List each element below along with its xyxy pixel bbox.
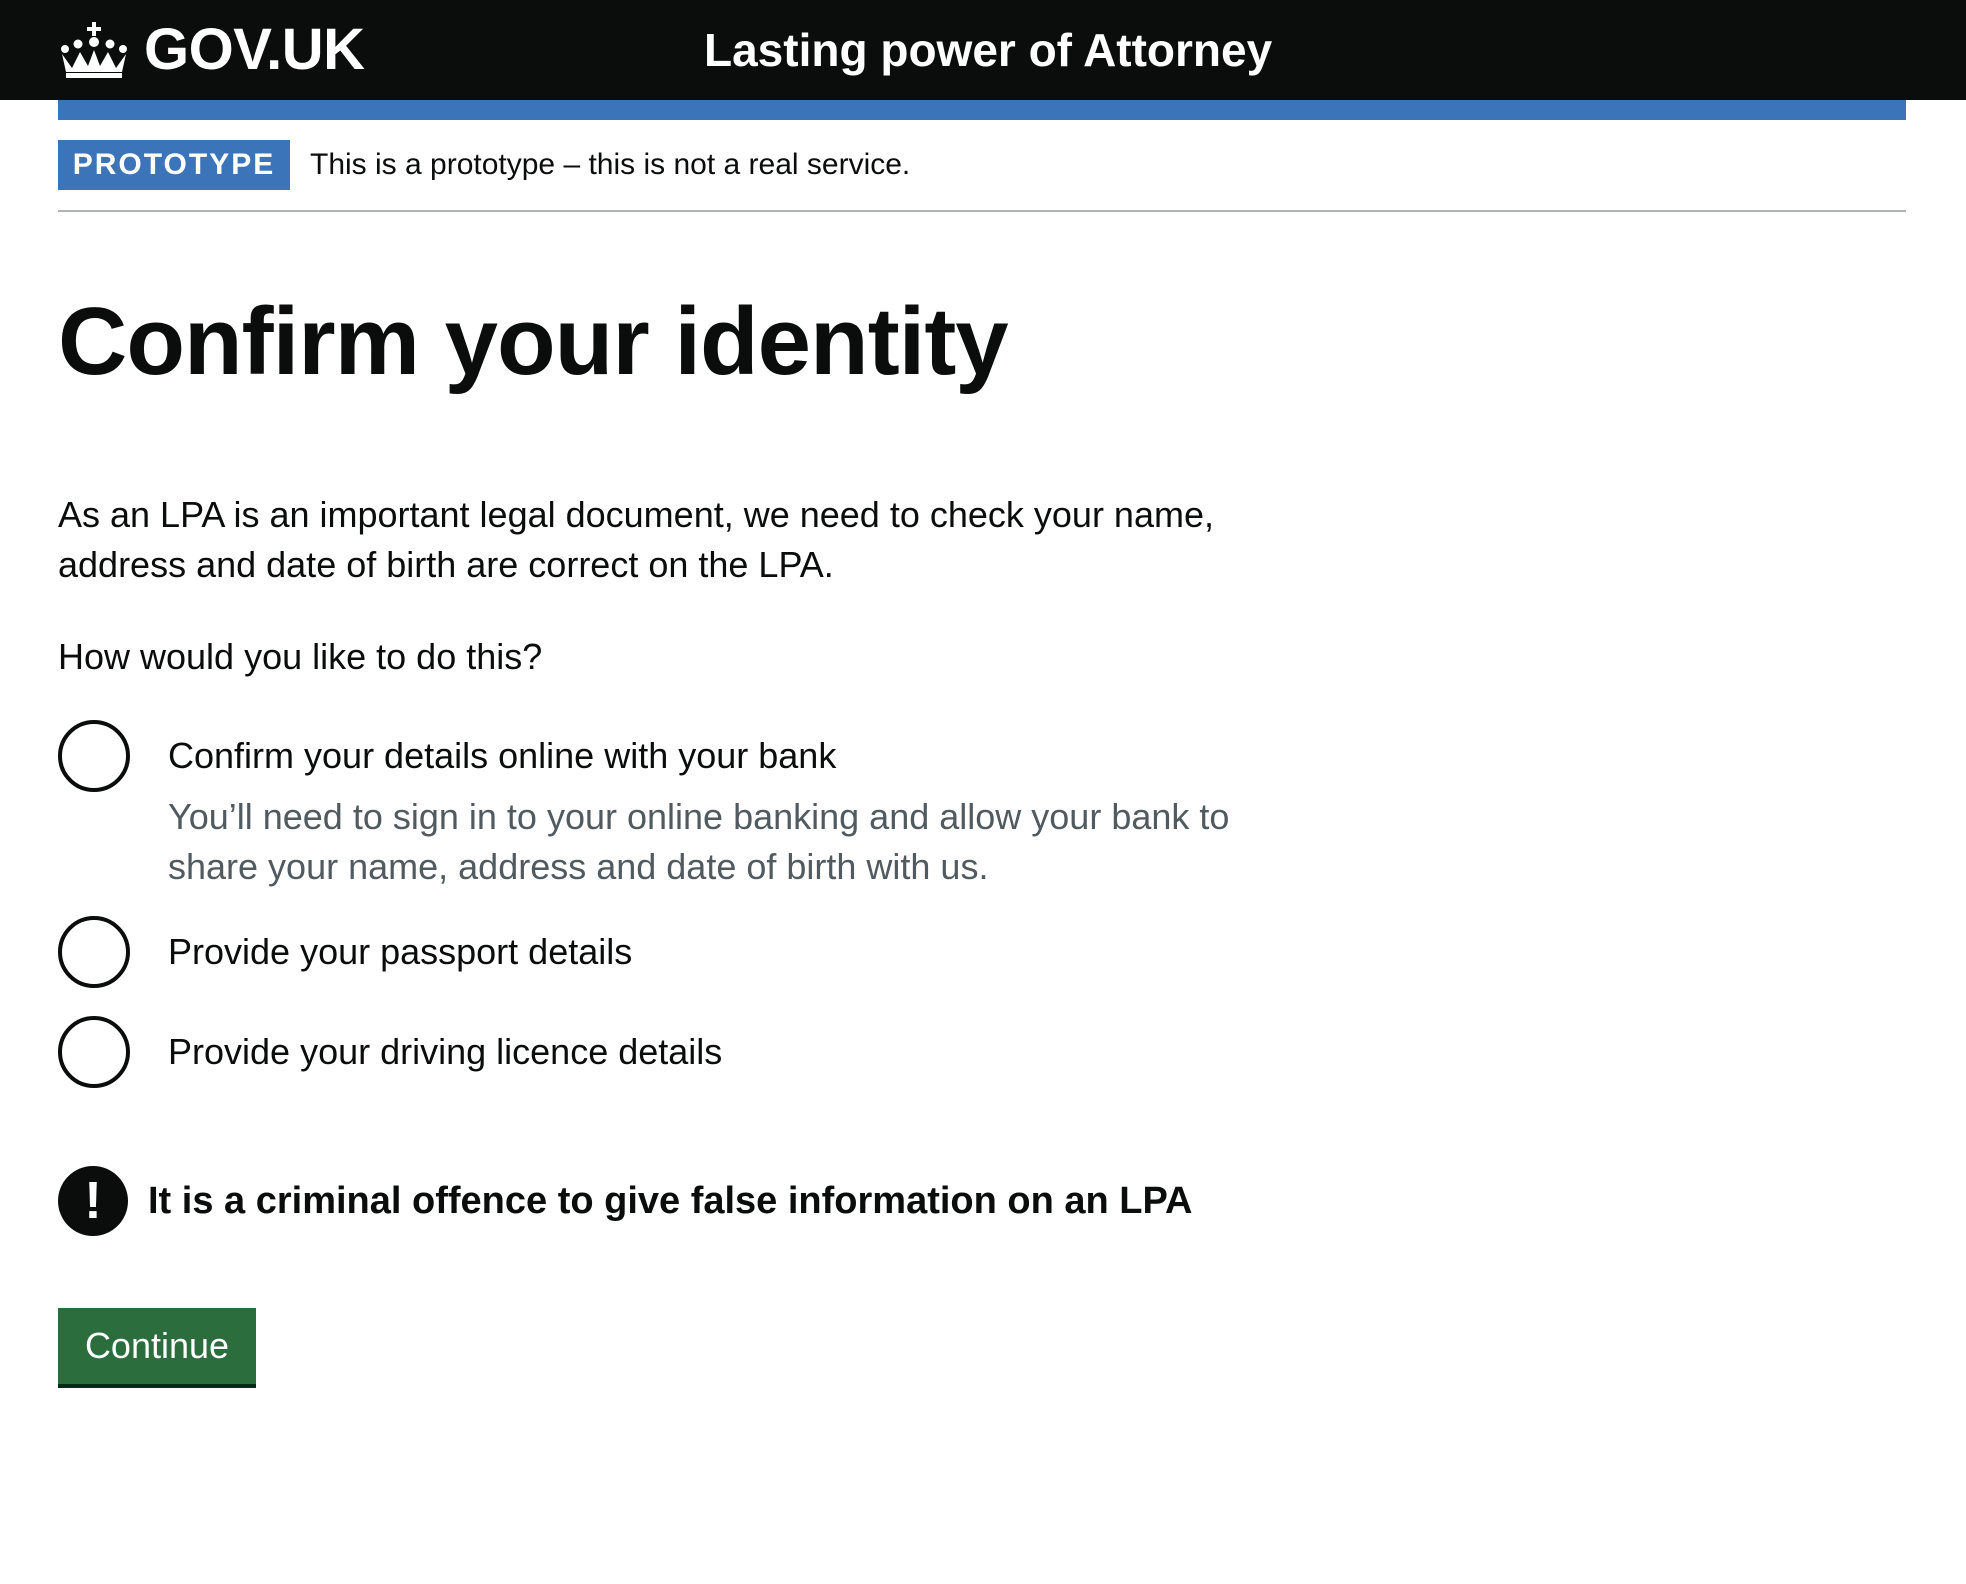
phase-banner: PROTOTYPE This is a prototype – this is … <box>58 140 1906 212</box>
govuk-logo-text: GOV.UK <box>144 17 365 82</box>
phase-banner-text: This is a prototype – this is not a real… <box>310 148 911 181</box>
header-blue-bar <box>58 100 1906 120</box>
intro-paragraph: As an LPA is an important legal document… <box>58 494 1214 585</box>
phase-tag: PROTOTYPE <box>58 140 290 190</box>
radio-hint-bank: You’ll need to sign in to your online ba… <box>168 796 1230 887</box>
radio-button-passport[interactable] <box>58 916 130 988</box>
crown-icon <box>61 22 127 78</box>
radio-label-driving-licence[interactable]: Provide your driving licence details <box>168 1028 722 1076</box>
radio-label-passport[interactable]: Provide your passport details <box>168 928 632 976</box>
question-legend: How would you like to do this? <box>58 636 543 677</box>
radio-label-bank[interactable]: Confirm your details online with your ba… <box>168 732 836 780</box>
continue-button[interactable]: Continue <box>58 1308 256 1384</box>
radio-button-driving-licence[interactable] <box>58 1016 130 1088</box>
page-title: Confirm your identity <box>58 288 1009 395</box>
service-name-link[interactable]: Lasting power of Attorney <box>704 22 1272 78</box>
site-header: GOV.UK Lasting power of Attorney <box>0 0 1966 100</box>
govuk-logo-link[interactable]: GOV.UK <box>58 17 365 82</box>
warning-text: ! It is a criminal offence to give false… <box>58 1166 1192 1236</box>
radio-button-bank[interactable] <box>58 720 130 792</box>
warning-icon: ! <box>58 1166 128 1236</box>
warning-message: It is a criminal offence to give false i… <box>148 1180 1193 1222</box>
